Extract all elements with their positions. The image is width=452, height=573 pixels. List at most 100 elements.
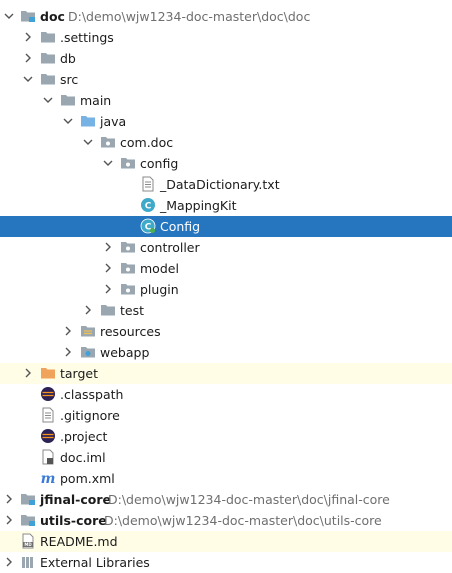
java-class-icon: C bbox=[140, 197, 156, 213]
tree-label: controller bbox=[140, 240, 200, 255]
maven-file-icon: m bbox=[40, 470, 56, 486]
tree-label: _MappingKit bbox=[160, 198, 237, 213]
folder-icon bbox=[40, 50, 56, 66]
tree-row-settings[interactable]: .settings bbox=[0, 27, 452, 48]
tree-row-controller[interactable]: controller bbox=[0, 237, 452, 258]
tree-label: java bbox=[100, 114, 127, 129]
tree-row-doc-iml[interactable]: doc.iml bbox=[0, 447, 452, 468]
folder-icon bbox=[40, 71, 56, 87]
tree-row-java[interactable]: java bbox=[0, 111, 452, 132]
folder-icon bbox=[60, 92, 76, 108]
svg-text:MD: MD bbox=[24, 542, 32, 547]
text-file-icon bbox=[140, 176, 156, 192]
tree-row-main[interactable]: main bbox=[0, 90, 452, 111]
folder-icon bbox=[40, 29, 56, 45]
tree-row-resources[interactable]: resources bbox=[0, 321, 452, 342]
chevron-right-icon[interactable] bbox=[61, 345, 75, 359]
chevron-right-icon[interactable] bbox=[101, 282, 115, 296]
eclipse-file-icon bbox=[40, 386, 56, 402]
tree-row-webapp[interactable]: webapp bbox=[0, 342, 452, 363]
tree-row-com-doc[interactable]: com.doc bbox=[0, 132, 452, 153]
chevron-right-icon[interactable] bbox=[2, 492, 16, 506]
tree-label: README.md bbox=[40, 534, 118, 549]
tree-row-test[interactable]: test bbox=[0, 300, 452, 321]
resources-folder-icon bbox=[80, 323, 96, 339]
tree-row-pom-xml[interactable]: m pom.xml bbox=[0, 468, 452, 489]
package-icon bbox=[120, 155, 136, 171]
tree-label: config bbox=[140, 156, 179, 171]
tree-label: _DataDictionary.txt bbox=[160, 177, 280, 192]
web-folder-icon bbox=[80, 344, 96, 360]
tree-label: doc bbox=[40, 9, 65, 24]
chevron-down-icon[interactable] bbox=[41, 93, 55, 107]
tree-row-doc[interactable]: doc D:\demo\wjw1234-doc-master\doc\doc bbox=[0, 6, 452, 27]
module-folder-icon bbox=[20, 8, 36, 24]
tree-label: model bbox=[140, 261, 179, 276]
tree-row-utils-core[interactable]: utils-core D:\demo\wjw1234-doc-master\do… bbox=[0, 510, 452, 531]
tree-label: External Libraries bbox=[40, 555, 150, 570]
tree-row-config-class[interactable]: C Config bbox=[0, 216, 452, 237]
tree-label: jfinal-core bbox=[40, 492, 111, 507]
module-folder-icon bbox=[20, 491, 36, 507]
tree-label: doc.iml bbox=[60, 450, 106, 465]
package-icon bbox=[120, 260, 136, 276]
chevron-down-icon[interactable] bbox=[21, 72, 35, 86]
folder-icon bbox=[100, 302, 116, 318]
tree-label: Config bbox=[160, 219, 201, 234]
tree-label: main bbox=[80, 93, 112, 108]
chevron-right-icon[interactable] bbox=[2, 555, 16, 569]
chevron-down-icon[interactable] bbox=[61, 114, 75, 128]
library-icon bbox=[20, 554, 36, 570]
tree-row-gitignore[interactable]: .gitignore bbox=[0, 405, 452, 426]
tree-row-src[interactable]: src bbox=[0, 69, 452, 90]
java-class-icon: C bbox=[140, 218, 156, 234]
module-path: D:\demo\wjw1234-doc-master\doc\jfinal-co… bbox=[108, 492, 390, 507]
text-file-icon bbox=[40, 407, 56, 423]
tree-label: db bbox=[60, 51, 76, 66]
chevron-down-icon[interactable] bbox=[101, 156, 115, 170]
svg-text:m: m bbox=[41, 471, 56, 486]
tree-label: .project bbox=[60, 429, 108, 444]
chevron-down-icon[interactable] bbox=[2, 9, 16, 23]
tree-row-target[interactable]: target bbox=[0, 363, 452, 384]
tree-row-project[interactable]: .project bbox=[0, 426, 452, 447]
tree-row-data-dictionary[interactable]: _DataDictionary.txt bbox=[0, 174, 452, 195]
tree-row-model[interactable]: model bbox=[0, 258, 452, 279]
tree-label: test bbox=[120, 303, 145, 318]
tree-row-plugin[interactable]: plugin bbox=[0, 279, 452, 300]
chevron-right-icon[interactable] bbox=[101, 240, 115, 254]
tree-row-jfinal-core[interactable]: jfinal-core D:\demo\wjw1234-doc-master\d… bbox=[0, 489, 452, 510]
tree-row-external-libraries[interactable]: External Libraries bbox=[0, 552, 452, 573]
module-path: D:\demo\wjw1234-doc-master\doc\utils-cor… bbox=[104, 513, 382, 528]
package-icon bbox=[120, 239, 136, 255]
tree-row-config-package[interactable]: config bbox=[0, 153, 452, 174]
tree-row-mapping-kit[interactable]: C _MappingKit bbox=[0, 195, 452, 216]
chevron-right-icon[interactable] bbox=[2, 513, 16, 527]
tree-label: utils-core bbox=[40, 513, 107, 528]
markdown-file-icon: MD bbox=[20, 533, 36, 549]
eclipse-file-icon bbox=[40, 428, 56, 444]
chevron-right-icon[interactable] bbox=[21, 30, 35, 44]
chevron-right-icon[interactable] bbox=[21, 51, 35, 65]
tree-label: webapp bbox=[100, 345, 150, 360]
tree-label: src bbox=[60, 72, 79, 87]
tree-row-readme[interactable]: MD README.md bbox=[0, 531, 452, 552]
tree-label: .settings bbox=[60, 30, 114, 45]
package-icon bbox=[120, 281, 136, 297]
tree-label: com.doc bbox=[120, 135, 174, 150]
tree-label: .gitignore bbox=[60, 408, 120, 423]
chevron-right-icon[interactable] bbox=[101, 261, 115, 275]
module-file-icon bbox=[40, 449, 56, 465]
module-path: D:\demo\wjw1234-doc-master\doc\doc bbox=[68, 9, 311, 24]
tree-row-classpath[interactable]: .classpath bbox=[0, 384, 452, 405]
tree-label: resources bbox=[100, 324, 161, 339]
tree-label: target bbox=[60, 366, 99, 381]
chevron-down-icon[interactable] bbox=[81, 135, 95, 149]
chevron-right-icon[interactable] bbox=[81, 303, 95, 317]
tree-label: .classpath bbox=[60, 387, 124, 402]
chevron-right-icon[interactable] bbox=[61, 324, 75, 338]
source-folder-icon bbox=[80, 113, 96, 129]
chevron-right-icon[interactable] bbox=[21, 366, 35, 380]
svg-text:C: C bbox=[145, 202, 152, 212]
tree-row-db[interactable]: db bbox=[0, 48, 452, 69]
